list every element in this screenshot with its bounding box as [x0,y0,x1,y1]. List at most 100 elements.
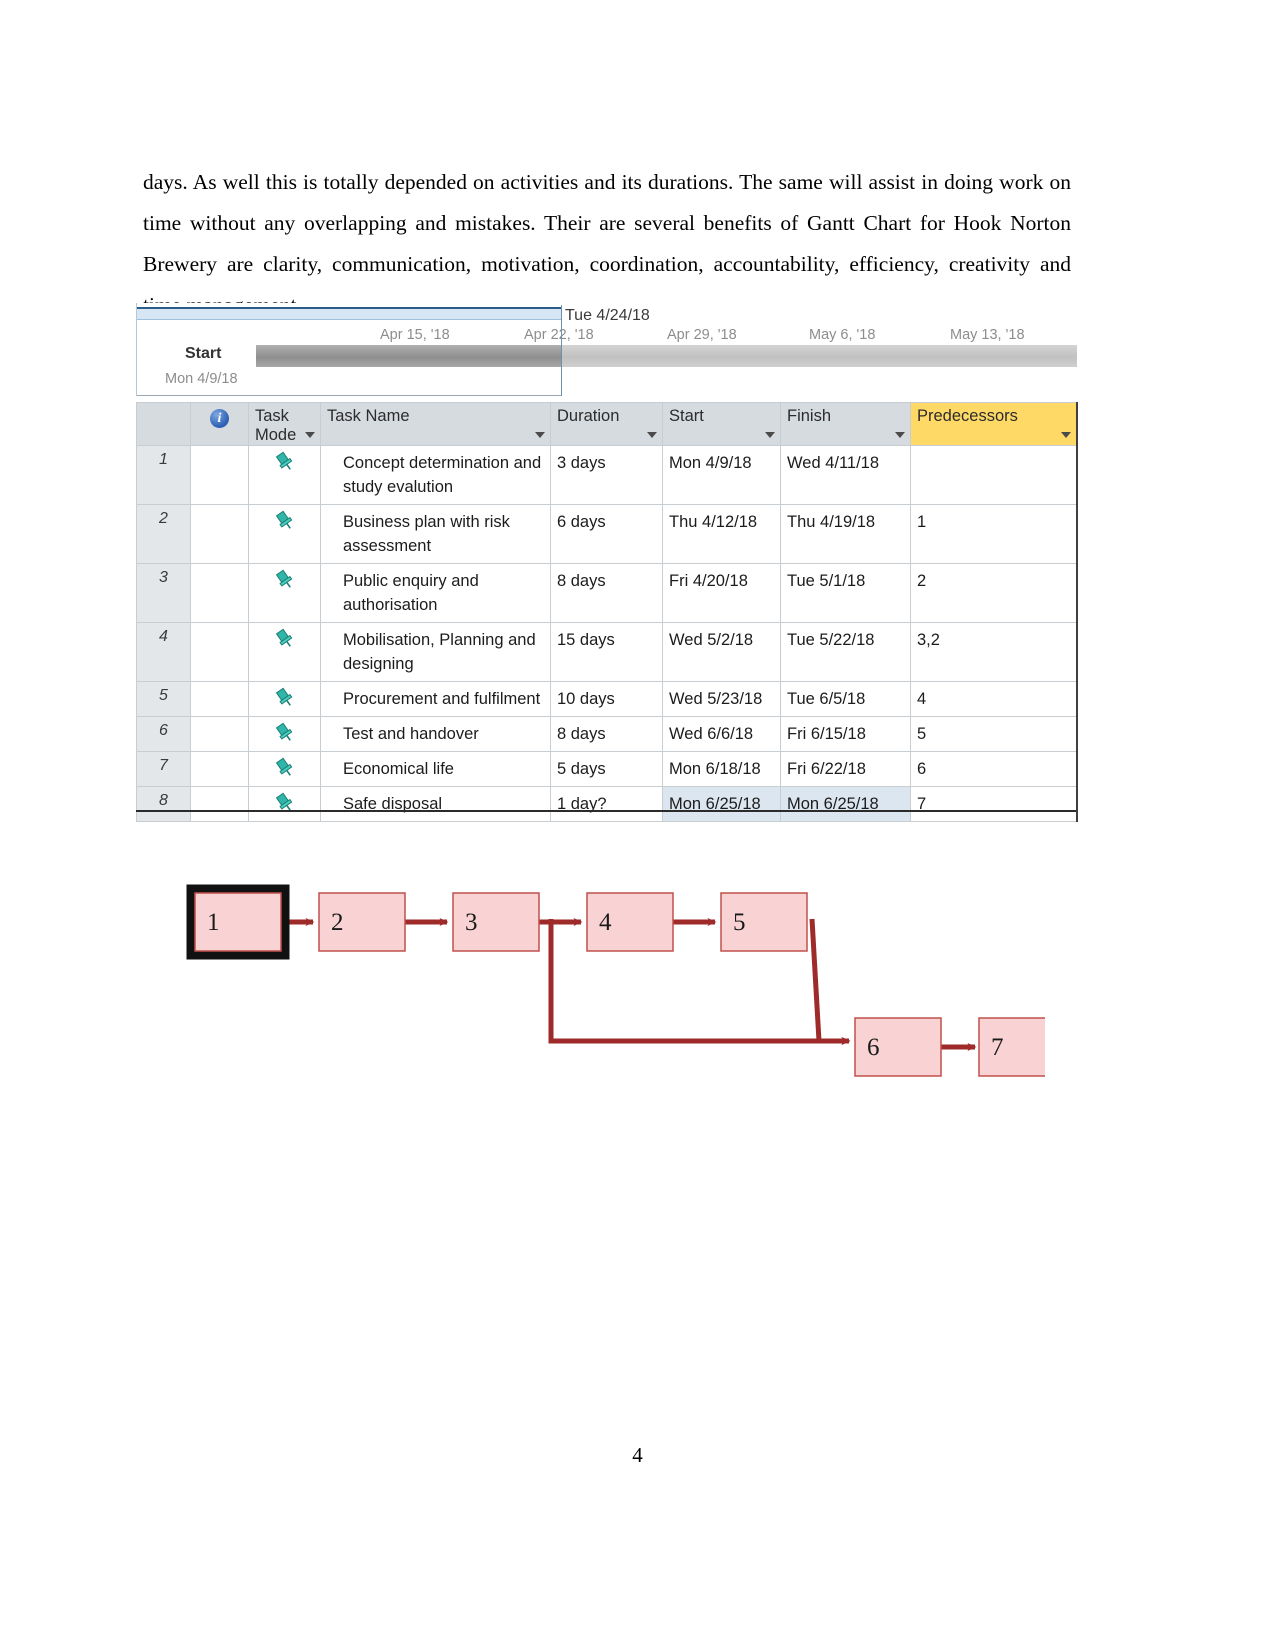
row-task-mode[interactable] [248,751,321,787]
table-bottom-rule [136,810,1076,812]
row-indicator[interactable] [190,563,249,623]
table-row[interactable]: 3 Public enquiry and authorisation 8 day… [136,563,1078,623]
column-header-task-mode[interactable]: Task Mode [248,402,321,446]
row-finish: Fri 6/15/18 [780,716,911,752]
row-predecessors: 5 [910,716,1078,752]
column-header-indicators[interactable]: i [190,402,249,446]
row-start: Wed 5/23/18 [662,681,781,717]
row-predecessors: 1 [910,504,1078,564]
table-row[interactable]: 6 Test and handover 8 days Wed 6/6/18 Fr… [136,716,1078,752]
network-node-7-label: 7 [991,1034,1004,1061]
row-indicator[interactable] [190,681,249,717]
row-task-mode[interactable] [248,504,321,564]
row-finish: Tue 5/22/18 [780,622,911,682]
network-node-1-label: 1 [207,909,220,936]
row-task-mode[interactable] [248,786,321,822]
table-row[interactable]: 5 Procurement and fulfilment 10 days Wed… [136,681,1078,717]
row-finish: Tue 6/5/18 [780,681,911,717]
row-start: Wed 6/6/18 [662,716,781,752]
network-node-7[interactable] [978,1017,1066,1077]
column-header-task-name[interactable]: Task Name [320,402,551,446]
pushpin-icon [274,687,296,709]
row-predecessors: 3,2 [910,622,1078,682]
row-finish: Fri 6/22/18 [780,751,911,787]
chevron-down-icon[interactable] [305,432,315,438]
row-indicator[interactable] [190,786,249,822]
column-header-task-mode-label: Task Mode [255,407,297,444]
row-task-name: Safe disposal [320,786,551,822]
row-id: 5 [136,681,191,717]
row-id: 8 [136,786,191,822]
column-header-finish[interactable]: Finish [780,402,911,446]
chevron-down-icon[interactable] [535,432,545,438]
row-id: 6 [136,716,191,752]
row-task-mode[interactable] [248,563,321,623]
column-header-task-name-label: Task Name [327,407,410,425]
row-task-name: Public enquiry and authorisation [320,563,551,623]
network-node-3-label: 3 [465,909,478,936]
row-finish: Wed 4/11/18 [780,445,911,505]
chevron-down-icon[interactable] [765,432,775,438]
column-header-duration[interactable]: Duration [550,402,663,446]
table-row[interactable]: 8 Safe disposal 1 day? Mon 6/25/18 Mon 6… [136,786,1078,822]
pushpin-icon [274,722,296,744]
pushpin-icon [274,628,296,650]
timeline-bottom-rule [137,395,561,396]
task-table-body: 1 Concept determination and study evalut… [136,445,1078,822]
column-header-id[interactable] [136,402,191,446]
chevron-down-icon[interactable] [647,432,657,438]
row-indicator[interactable] [190,751,249,787]
chevron-down-icon[interactable] [895,432,905,438]
row-start: Mon 6/18/18 [662,751,781,787]
table-row[interactable]: 7 Economical life 5 days Mon 6/18/18 Fri… [136,751,1078,787]
network-diagram: 1 2 3 4 5 6 7 [185,855,1066,1095]
network-nodes: 1 2 3 4 5 6 7 [186,884,1066,1077]
row-id: 7 [136,751,191,787]
table-row[interactable]: 1 Concept determination and study evalut… [136,445,1078,505]
row-duration: 1 day? [550,786,663,822]
pushpin-icon [274,757,296,779]
row-finish: Thu 4/19/18 [780,504,911,564]
row-id: 2 [136,504,191,564]
chevron-down-icon[interactable] [1060,432,1071,438]
timeline-tick-label: Apr 29, '18 [667,327,737,343]
row-duration: 10 days [550,681,663,717]
row-finish: Mon 6/25/18 [780,786,911,822]
timeline-tick-label: Apr 15, '18 [380,327,450,343]
table-row[interactable]: 4 Mobilisation, Planning and designing 1… [136,622,1078,682]
info-icon: i [210,409,229,429]
column-header-start[interactable]: Start [662,402,781,446]
timeline-tick-label: May 13, '18 [950,327,1025,343]
today-date-label: Tue 4/24/18 [565,307,650,324]
row-duration: 8 days [550,563,663,623]
column-header-predecessors[interactable]: Predecessors [910,402,1078,446]
row-indicator[interactable] [190,504,249,564]
column-header-predecessors-label: Predecessors [917,407,1018,425]
row-task-mode[interactable] [248,622,321,682]
network-node-4-label: 4 [599,909,612,936]
row-task-mode[interactable] [248,716,321,752]
row-duration: 6 days [550,504,663,564]
row-task-mode[interactable] [248,445,321,505]
timeline-progress-bar [137,307,561,320]
row-task-name: Economical life [320,751,551,787]
row-start: Mon 4/9/18 [662,445,781,505]
timeline-bar-future-overlay [561,345,1077,367]
pushpin-icon [274,451,296,473]
row-task-name: Procurement and fulfilment [320,681,551,717]
timeline-start-label: Start [185,345,222,362]
timeline-tick-label: Apr 22, '18 [524,327,594,343]
row-task-mode[interactable] [248,681,321,717]
row-indicator[interactable] [190,622,249,682]
row-predecessors: 7 [910,786,1078,822]
network-node-6-label: 6 [867,1034,880,1061]
column-header-duration-label: Duration [557,407,620,425]
document-page: days. As well this is totally depended o… [0,0,1275,1650]
table-row[interactable]: 2 Business plan with risk assessment 6 d… [136,504,1078,564]
network-diagram-svg: 1 2 3 4 5 6 7 [186,884,1066,1077]
row-indicator[interactable] [190,445,249,505]
row-indicator[interactable] [190,716,249,752]
row-task-name: Test and handover [320,716,551,752]
row-duration: 8 days [550,716,663,752]
timeline-start-date: Mon 4/9/18 [165,371,238,387]
